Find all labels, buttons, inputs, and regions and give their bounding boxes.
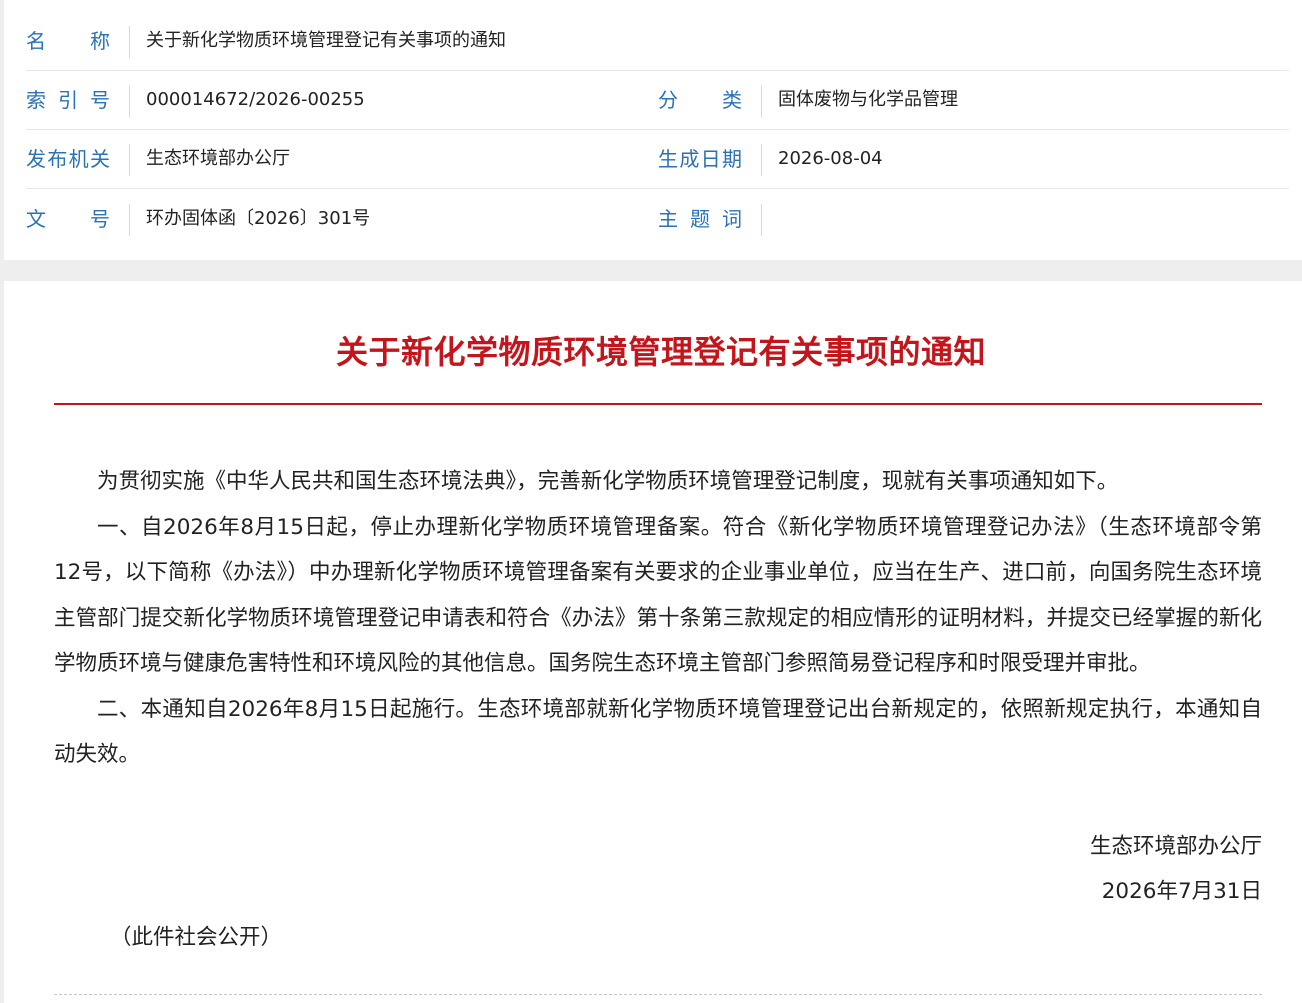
article-panel: 关于新化学物质环境管理登记有关事项的通知 为贯彻实施《中华人民共和国生态环境法典… bbox=[4, 281, 1302, 1003]
index-label: 索引号 bbox=[26, 88, 110, 112]
meta-separator bbox=[761, 85, 762, 117]
meta-separator bbox=[129, 204, 130, 236]
category-label: 分类 bbox=[658, 88, 742, 112]
index-value: 000014672/2026-00255 bbox=[146, 89, 365, 110]
meta-row-name: 名称 关于新化学物质环境管理登记有关事项的通知 bbox=[26, 12, 1289, 71]
meta-separator bbox=[129, 144, 130, 176]
body-paragraph: 一、自2026年8月15日起，停止办理新化学物质环境管理备案。符合《新化学物质环… bbox=[54, 514, 1262, 677]
title-divider bbox=[54, 403, 1262, 405]
body-paragraph: 为贯彻实施《中华人民共和国生态环境法典》，完善新化学物质环境管理登记制度，现就有… bbox=[97, 469, 1119, 494]
signer-name: 生态环境部办公厅 bbox=[1089, 834, 1262, 859]
meta-cell-issuer: 发布机关 生态环境部办公厅 bbox=[26, 130, 626, 188]
meta-cell-date: 生成日期 2026-08-04 bbox=[658, 130, 1289, 188]
meta-separator bbox=[761, 204, 762, 236]
name-label: 名称 bbox=[26, 29, 110, 53]
sign-date: 2026年7月31日 bbox=[1101, 879, 1262, 904]
meta-cell-topic: 主题词 bbox=[658, 190, 1289, 248]
signature-block: 生态环境部办公厅 2026年7月31日 bbox=[1090, 824, 1262, 914]
docno-value: 环办固体函〔2026〕301号 bbox=[146, 208, 371, 229]
meta-row-issuer: 发布机关 生态环境部办公厅 生成日期 2026-08-04 bbox=[26, 130, 1289, 189]
issuer-value: 生态环境部办公厅 bbox=[146, 148, 290, 169]
meta-cell-category: 分类 固体废物与化学品管理 bbox=[658, 71, 1289, 129]
meta-separator bbox=[761, 144, 762, 176]
body-paragraph: 二、本通知自2026年8月15日起施行。生态环境部就新化学物质环境管理登记出台新… bbox=[54, 696, 1262, 768]
meta-cell-name: 名称 关于新化学物质环境管理登记有关事项的通知 bbox=[26, 12, 1289, 70]
issuer-label: 发布机关 bbox=[26, 147, 110, 171]
meta-cell-index: 索引号 000014672/2026-00255 bbox=[26, 71, 626, 129]
article-body: 为贯彻实施《中华人民共和国生态环境法典》，完善新化学物质环境管理登记制度，现就有… bbox=[54, 459, 1262, 778]
docno-label: 文号 bbox=[26, 207, 110, 231]
footer-divider bbox=[54, 994, 1262, 995]
meta-row-index: 索引号 000014672/2026-00255 分类 固体废物与化学品管理 bbox=[26, 71, 1289, 130]
name-value: 关于新化学物质环境管理登记有关事项的通知 bbox=[146, 30, 506, 51]
meta-row-docno: 文号 环办固体函〔2026〕301号 主题词 bbox=[26, 190, 1289, 248]
document-meta-panel: 名称 关于新化学物质环境管理登记有关事项的通知 索引号 000014672/20… bbox=[4, 0, 1302, 260]
meta-cell-docno: 文号 环办固体函〔2026〕301号 bbox=[26, 190, 626, 248]
meta-separator bbox=[129, 85, 130, 117]
topic-label: 主题词 bbox=[658, 207, 742, 231]
date-label: 生成日期 bbox=[658, 147, 742, 171]
date-value: 2026-08-04 bbox=[778, 148, 883, 169]
category-value: 固体废物与化学品管理 bbox=[778, 89, 958, 110]
article-title: 关于新化学物质环境管理登记有关事项的通知 bbox=[335, 333, 986, 371]
meta-separator bbox=[129, 26, 130, 58]
public-note: （此件社会公开） bbox=[110, 925, 283, 950]
